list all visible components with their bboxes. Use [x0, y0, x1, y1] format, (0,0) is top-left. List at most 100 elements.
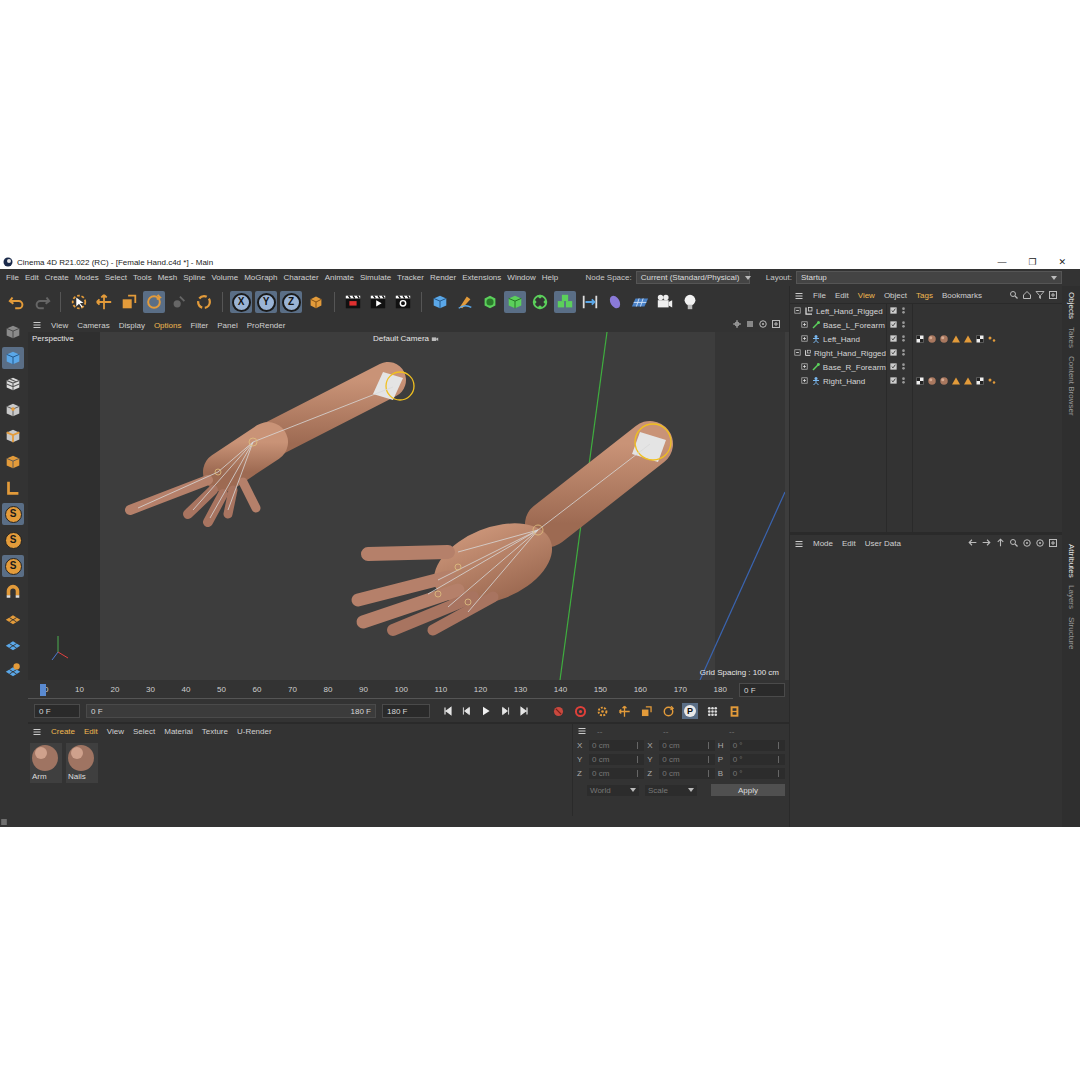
- object-tag[interactable]: [951, 334, 961, 344]
- disabled-tool-button[interactable]: [168, 291, 190, 313]
- last-button[interactable]: [518, 705, 530, 717]
- coordinate-field[interactable]: 0 °: [730, 754, 785, 765]
- side-tab[interactable]: Attributes: [1067, 544, 1076, 578]
- edges-button[interactable]: [2, 425, 24, 447]
- material-menu-item[interactable]: Edit: [84, 727, 98, 736]
- window-control-button[interactable]: ❐: [1028, 255, 1036, 269]
- autokey-key-button[interactable]: [572, 703, 588, 719]
- zoom-button[interactable]: [745, 319, 755, 331]
- menu-item[interactable]: Spline: [183, 273, 205, 282]
- end-frame-field[interactable]: 180 F: [382, 704, 430, 718]
- object-tag[interactable]: [987, 334, 997, 344]
- grid-snap-button[interactable]: [2, 607, 24, 629]
- menu-item[interactable]: Simulate: [360, 273, 391, 282]
- menu-item[interactable]: Extensions: [462, 273, 501, 282]
- visibility-dots[interactable]: [899, 320, 908, 331]
- viewport-menu-item[interactable]: ProRender: [247, 321, 286, 330]
- new-panel-button[interactable]: [1048, 538, 1058, 550]
- object-menu-button[interactable]: [794, 291, 804, 301]
- orbit-button[interactable]: [758, 319, 768, 331]
- play-button[interactable]: [480, 705, 492, 717]
- left-hand-model[interactable]: [130, 372, 414, 522]
- up-button[interactable]: [995, 537, 1006, 550]
- window-control-button[interactable]: ✕: [1058, 255, 1066, 269]
- expand-toggle[interactable]: [800, 376, 809, 387]
- object-menu-item[interactable]: Object: [884, 291, 907, 300]
- menu-item[interactable]: Tracker: [397, 273, 424, 282]
- expand-toggle[interactable]: [793, 348, 802, 359]
- menu-item[interactable]: Render: [430, 273, 456, 282]
- object-row[interactable]: Base_L_Forearm: [790, 318, 1062, 332]
- redo-button[interactable]: [31, 291, 53, 313]
- visibility-dots[interactable]: [899, 362, 908, 373]
- model-button[interactable]: [2, 347, 24, 369]
- menu-item[interactable]: Mesh: [158, 273, 178, 282]
- next-button[interactable]: [499, 705, 511, 717]
- scale-key-button[interactable]: [638, 703, 654, 719]
- magnet-button[interactable]: [2, 581, 24, 603]
- object-menu-item[interactable]: File: [813, 291, 826, 300]
- workplane-button[interactable]: [2, 477, 24, 499]
- side-tab[interactable]: Objects: [1067, 292, 1076, 319]
- pla-key-button[interactable]: [704, 703, 720, 719]
- material-menu-item[interactable]: Select: [133, 727, 155, 736]
- new-panel-button[interactable]: [1048, 290, 1058, 302]
- attribute-menu-button[interactable]: [794, 539, 804, 549]
- node-space-dropdown[interactable]: Current (Standard/Physical): [636, 271, 750, 284]
- object-row[interactable]: Right_Hand: [790, 374, 1062, 388]
- expand-toggle[interactable]: [800, 320, 809, 331]
- cube-button[interactable]: [429, 291, 451, 313]
- material-menu-item[interactable]: Texture: [202, 727, 228, 736]
- material-swatch[interactable]: Nails: [66, 743, 98, 783]
- enable-checkbox[interactable]: [889, 376, 898, 387]
- menu-item[interactable]: Character: [284, 273, 319, 282]
- object-tag[interactable]: [939, 376, 949, 386]
- enable-checkbox[interactable]: [889, 362, 898, 373]
- object-tag[interactable]: [927, 334, 937, 344]
- render-settings-button[interactable]: [392, 291, 414, 313]
- object-row[interactable]: Left_Hand_Rigged: [790, 304, 1062, 318]
- filter-button[interactable]: [1035, 290, 1045, 302]
- material-menu-item[interactable]: Material: [164, 727, 192, 736]
- coord-button[interactable]: [305, 291, 327, 313]
- extrude-button[interactable]: [504, 291, 526, 313]
- param-button[interactable]: P: [682, 703, 698, 719]
- coordinates-dropdown[interactable]: World: [587, 785, 639, 796]
- coordinate-field[interactable]: 0 cm: [589, 740, 644, 751]
- active-camera-label[interactable]: Default Camera: [373, 334, 439, 343]
- cloner-button[interactable]: [529, 291, 551, 313]
- expand-toggle[interactable]: [800, 362, 809, 373]
- rotate-key-button[interactable]: [660, 703, 676, 719]
- rotate-button[interactable]: [143, 291, 165, 313]
- current-frame-field[interactable]: 0 F: [739, 683, 785, 697]
- menu-item[interactable]: Help: [542, 273, 558, 282]
- axis-button[interactable]: Z: [280, 291, 302, 313]
- object-tag[interactable]: [939, 334, 949, 344]
- snap-button[interactable]: S: [2, 555, 24, 577]
- move-button[interactable]: [93, 291, 115, 313]
- panel-button[interactable]: [771, 319, 781, 331]
- coordinate-field[interactable]: 0 °: [730, 768, 785, 779]
- viewport-menu-item[interactable]: Display: [119, 321, 145, 330]
- enable-checkbox[interactable]: [889, 320, 898, 331]
- playhead[interactable]: [40, 684, 46, 696]
- polygons-button[interactable]: [2, 451, 24, 473]
- lock-button[interactable]: [1022, 538, 1032, 550]
- side-tab[interactable]: Structure: [1067, 617, 1076, 649]
- menu-item[interactable]: Select: [105, 273, 127, 282]
- render-view-button[interactable]: [342, 291, 364, 313]
- attribute-menu-item[interactable]: Edit: [842, 539, 856, 548]
- target-button[interactable]: [1035, 538, 1045, 550]
- material-menu-item[interactable]: View: [107, 727, 124, 736]
- right-hand-model[interactable]: [358, 424, 671, 630]
- visibility-dots[interactable]: [899, 376, 908, 387]
- viewport-menu-item[interactable]: View: [51, 321, 68, 330]
- viewport-menu-item[interactable]: Filter: [190, 321, 208, 330]
- pan-button[interactable]: [732, 319, 742, 331]
- search-button[interactable]: [1009, 538, 1019, 550]
- coordinate-field[interactable]: 0 °: [730, 740, 785, 751]
- object-row[interactable]: Left_Hand: [790, 332, 1062, 346]
- visibility-dots[interactable]: [899, 334, 908, 345]
- attribute-menu-item[interactable]: Mode: [813, 539, 833, 548]
- object-tag[interactable]: [975, 376, 985, 386]
